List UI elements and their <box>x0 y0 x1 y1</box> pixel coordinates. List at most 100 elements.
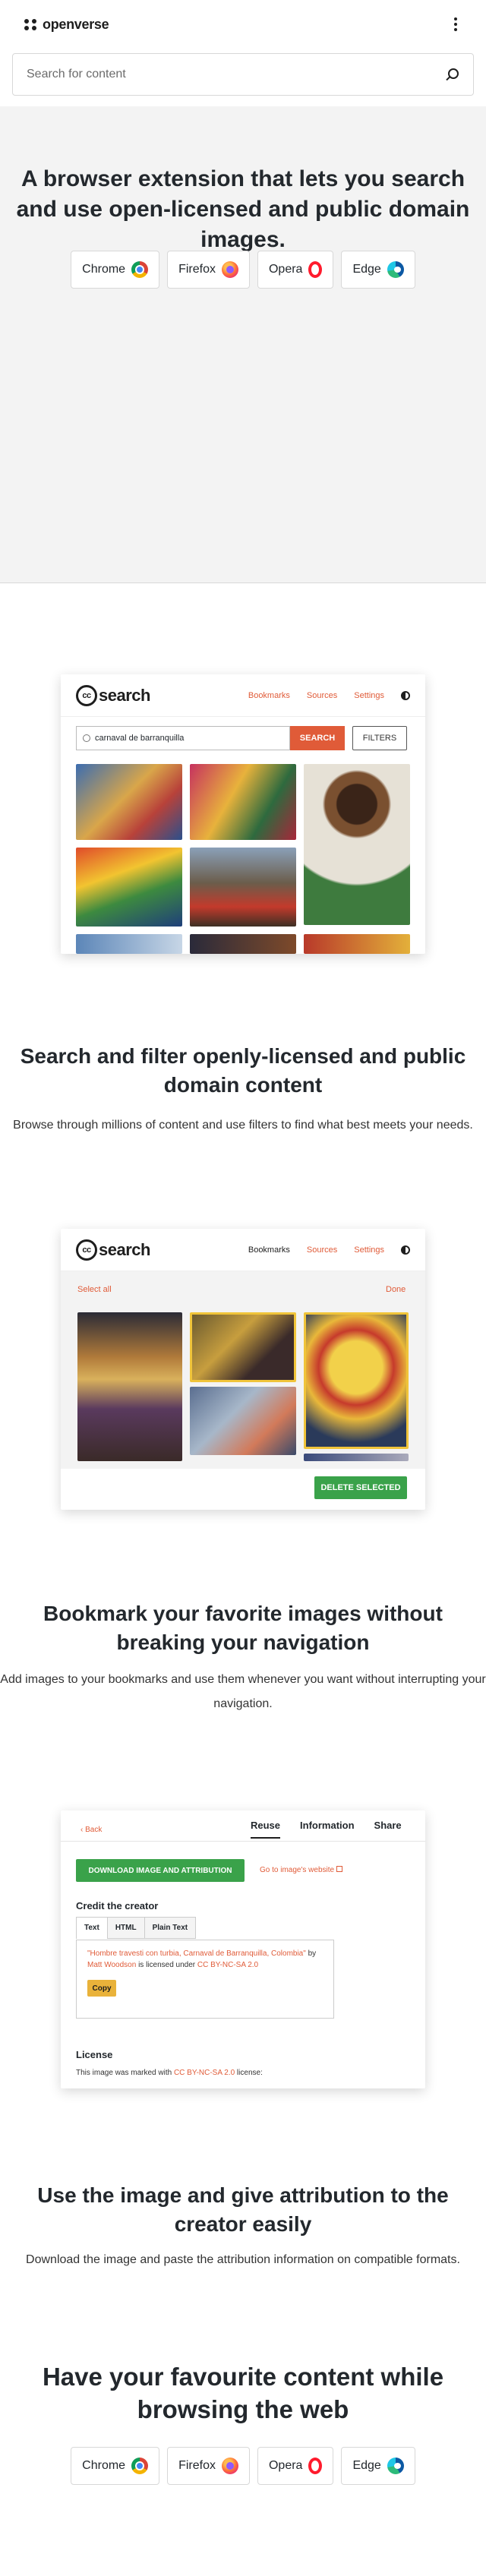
nav-settings: Settings <box>354 690 384 700</box>
external-link-icon <box>336 1866 342 1872</box>
license-heading: License <box>76 2049 113 2060</box>
firefox-icon <box>221 2458 238 2474</box>
screenshot-query: carnaval de barranquilla <box>95 734 185 743</box>
reuse-tabs: Reuse Information Share <box>251 1820 402 1839</box>
screenshot-nav: cc search Bookmarks Sources Settings <box>61 674 425 717</box>
search-input[interactable] <box>27 68 444 81</box>
attribution-license: CC BY-NC-SA 2.0 <box>197 1961 259 1969</box>
cc-logo-icon: cc <box>76 684 97 706</box>
edge-icon <box>387 2458 404 2474</box>
attribution-by: by <box>305 1949 317 1958</box>
contrast-icon <box>401 690 410 700</box>
screenshot-search-field: carnaval de barranquilla <box>76 726 290 750</box>
firefox-button[interactable]: Firefox <box>167 2447 250 2485</box>
license-text-pre: This image was marked with <box>76 2069 174 2077</box>
attribution-title: "Hombre travesti con turbia, Carnaval de… <box>87 1949 306 1958</box>
cc-search-wordmark: search <box>99 685 150 705</box>
image-tile <box>304 764 410 925</box>
cc-search-wordmark: search <box>99 1239 150 1259</box>
feature-bookmarks-description: Add images to your bookmarks and use the… <box>0 1673 486 1710</box>
bookmark-image <box>77 1312 182 1461</box>
screenshot-links: Bookmarks Sources Settings <box>248 1245 410 1255</box>
nav-bookmarks: Bookmarks <box>248 1245 290 1255</box>
attribution-author: Matt Woodson <box>87 1961 137 1969</box>
format-tab-plain-text: Plain Text <box>144 1917 197 1939</box>
screenshot-links: Bookmarks Sources Settings <box>248 690 410 700</box>
copy-button: Copy <box>87 1980 116 1997</box>
go-to-website-label: Go to image's website <box>260 1866 335 1874</box>
firefox-icon <box>221 261 238 278</box>
opera-icon <box>308 2458 323 2474</box>
search-bar <box>12 53 474 96</box>
firefox-label: Firefox <box>178 2459 216 2472</box>
openverse-logo[interactable]: openverse <box>24 17 109 33</box>
chrome-button[interactable]: Chrome <box>71 2447 160 2485</box>
edge-button[interactable]: Edge <box>341 251 415 289</box>
image-tile <box>76 848 182 927</box>
image-tile <box>190 848 296 927</box>
chrome-icon <box>131 2458 149 2474</box>
bookmark-image <box>190 1387 296 1455</box>
feature-bookmarks-title: Bookmark your favorite images without br… <box>43 1602 443 1654</box>
attribution-box: "Hombre travesti con turbia, Carnaval de… <box>76 1940 334 2019</box>
tab-share: Share <box>374 1820 402 1831</box>
screenshot-filters-button: FILTERS <box>352 726 407 750</box>
image-tile <box>304 934 410 954</box>
firefox-button[interactable]: Firefox <box>167 251 250 289</box>
brand-name: openverse <box>43 17 109 32</box>
screenshot-search-icon <box>83 734 90 742</box>
bookmark-image <box>304 1454 409 1461</box>
opera-button[interactable]: Opera <box>257 2447 334 2485</box>
nav-bookmarks: Bookmarks <box>248 690 290 700</box>
cc-search-logo: cc search <box>76 684 150 706</box>
opera-button[interactable]: Opera <box>257 251 334 289</box>
feature-reuse-title: Use the image and give attribution to th… <box>37 2183 449 2236</box>
feature-reuse-description: Download the image and paste the attribu… <box>26 2253 460 2266</box>
select-all-link: Select all <box>77 1285 112 1294</box>
edge-label: Edge <box>352 263 381 276</box>
chrome-icon <box>131 261 149 278</box>
image-tile <box>190 764 296 840</box>
nav-sources: Sources <box>306 1245 338 1255</box>
final-title: Have your favourite content while browsi… <box>42 2363 444 2423</box>
credit-heading: Credit the creator <box>76 1900 159 1911</box>
nav-settings: Settings <box>354 1245 384 1255</box>
hero-section: A browser extension that lets you search… <box>0 106 486 583</box>
go-to-website-link: Go to image's website <box>260 1866 342 1874</box>
edge-button[interactable]: Edge <box>341 2447 415 2485</box>
edge-icon <box>387 261 404 278</box>
format-tab-text: Text <box>76 1917 108 1939</box>
opera-label: Opera <box>268 263 303 276</box>
chrome-label: Chrome <box>82 263 126 276</box>
hero-title: A browser extension that lets you search… <box>16 166 470 252</box>
edge-label: Edge <box>352 2459 381 2472</box>
image-tile <box>190 934 296 954</box>
format-tabs: Text HTML Plain Text <box>76 1917 197 1939</box>
done-link: Done <box>386 1285 406 1294</box>
browser-buttons: Chrome Firefox Opera Edge <box>0 251 486 289</box>
delete-selected-button: DELETE SELECTED <box>314 1476 407 1499</box>
openverse-logo-icon <box>24 18 36 31</box>
firefox-label: Firefox <box>178 263 216 276</box>
opera-icon <box>308 261 323 278</box>
chrome-button[interactable]: Chrome <box>71 251 160 289</box>
attribution-licensed: is licensed under <box>136 1961 197 1969</box>
image-tile <box>76 764 182 840</box>
nav-sources: Sources <box>306 690 338 700</box>
back-label: Back <box>85 1826 103 1834</box>
site-header: openverse <box>0 0 486 106</box>
back-link: ‹ Back <box>80 1826 103 1834</box>
search-screenshot: cc search Bookmarks Sources Settings carn… <box>61 674 425 954</box>
cc-search-logo: cc search <box>76 1239 150 1261</box>
bookmark-image-selected <box>190 1312 296 1382</box>
screenshot-nav: cc search Bookmarks Sources Settings <box>61 1229 425 1271</box>
contrast-icon <box>401 1245 410 1255</box>
tab-information: Information <box>300 1820 355 1831</box>
search-icon[interactable] <box>444 67 459 82</box>
bookmark-image-selected <box>304 1312 409 1449</box>
feature-search-title: Search and filter openly-licensed and pu… <box>20 1044 466 1097</box>
menu-kebab-icon[interactable] <box>448 15 463 33</box>
license-text-link: CC BY-NC-SA 2.0 <box>173 2069 235 2077</box>
license-text-post: license: <box>235 2069 263 2077</box>
reuse-screenshot: ‹ Back Reuse Information Share DOWNLOAD … <box>61 1810 425 2088</box>
